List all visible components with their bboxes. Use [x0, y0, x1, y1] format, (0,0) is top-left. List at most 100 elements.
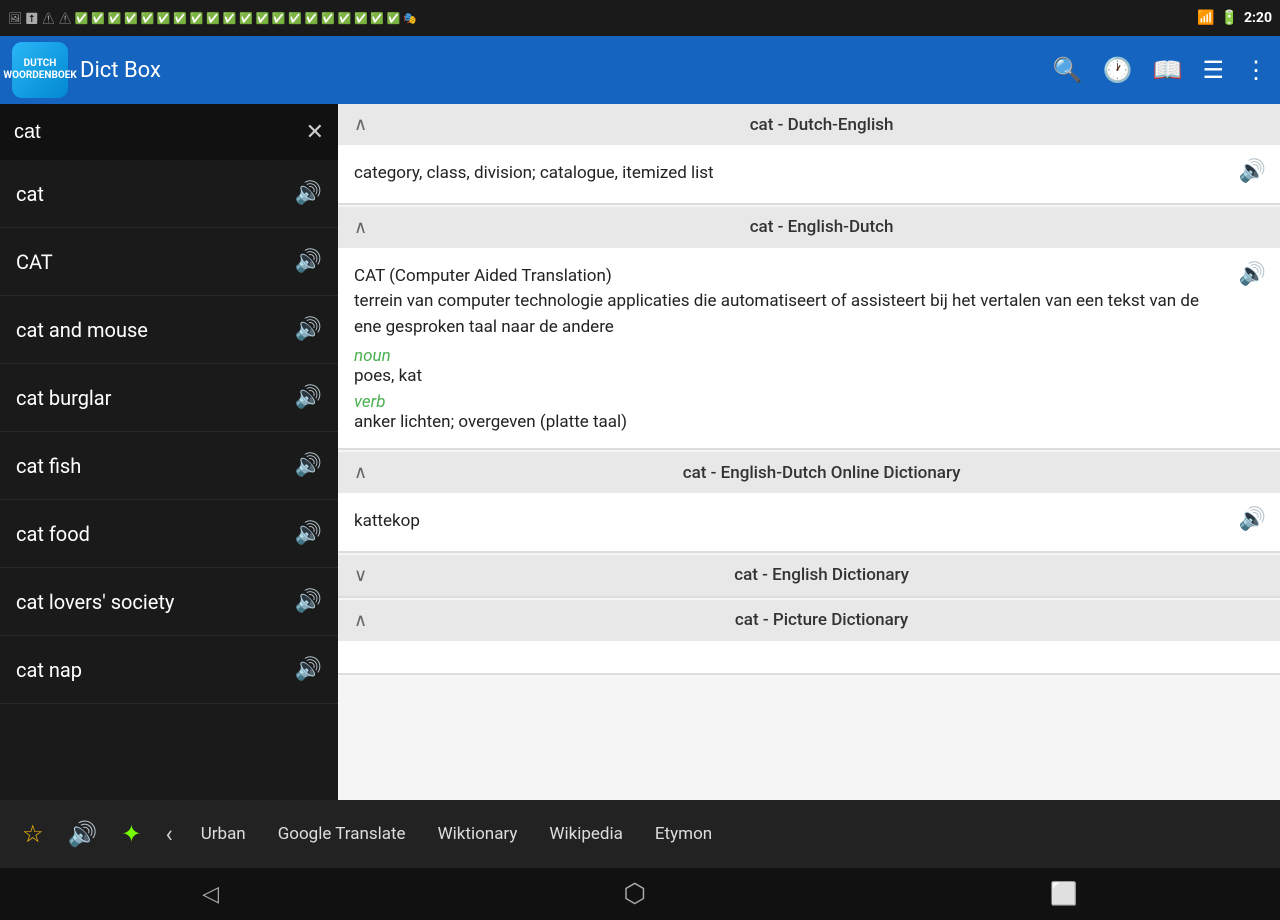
- toolbar-actions: 🔍 🕐 📖 ☰ ⋮: [1053, 56, 1268, 84]
- history-button[interactable]: 🕐: [1103, 56, 1133, 84]
- logo-line1: DUTCH: [24, 58, 57, 70]
- pos-text-english-dutch: anker lichten; overgeven (platte taal): [354, 412, 1264, 432]
- sidebar-item-cat-food[interactable]: cat food 🔊: [0, 500, 338, 568]
- dict-header-title-picture-dict: cat - Picture Dictionary: [379, 610, 1264, 630]
- dict-header-english-dutch[interactable]: ∧ cat - English-Dutch: [338, 207, 1280, 248]
- content-divider: [338, 448, 1280, 450]
- dict-body-english-dutch: 🔊CAT (Computer Aided Translation)terrein…: [338, 248, 1280, 449]
- dict-header-picture-dict[interactable]: ∧ cat - Picture Dictionary: [338, 600, 1280, 641]
- pos-text-english-dutch: poes, kat: [354, 366, 1264, 386]
- sidebar-item-label: cat: [16, 182, 44, 206]
- content-divider: [338, 203, 1280, 205]
- sidebar-item-cat[interactable]: cat 🔊: [0, 160, 338, 228]
- bottom-link-urban[interactable]: Urban: [185, 824, 262, 844]
- main-area: ✕ cat 🔊 CAT 🔊 cat and mouse 🔊 cat burgla…: [0, 104, 1280, 800]
- pos-label-english-dutch: noun: [354, 346, 1264, 366]
- sidebar-item-CAT[interactable]: CAT 🔊: [0, 228, 338, 296]
- sidebar-item-cat-nap[interactable]: cat nap 🔊: [0, 636, 338, 704]
- sidebar-item-cat-burglar[interactable]: cat burglar 🔊: [0, 364, 338, 432]
- dict-body-dutch-english: 🔊category, class, division; catalogue, i…: [338, 145, 1280, 203]
- dict-speaker-english-dutch[interactable]: 🔊: [1239, 262, 1266, 287]
- wifi-icon: 📶: [1197, 10, 1214, 26]
- dict-section-english-dutch-online: ∧ cat - English-Dutch Online Dictionary …: [338, 452, 1280, 553]
- dict-header-english-dutch-online[interactable]: ∧ cat - English-Dutch Online Dictionary: [338, 452, 1280, 493]
- search-button[interactable]: 🔍: [1053, 56, 1083, 84]
- dict-section-dutch-english: ∧ cat - Dutch-English 🔊category, class, …: [338, 104, 1280, 205]
- content-divider: [338, 551, 1280, 553]
- sidebar-item-label: CAT: [16, 250, 53, 274]
- app-logo: DUTCH WOORDENBOEK: [12, 42, 68, 98]
- back-nav-button[interactable]: ‹: [154, 820, 185, 848]
- star-button[interactable]: ☆: [10, 820, 56, 848]
- bottom-link-wikipedia[interactable]: Wikipedia: [533, 824, 639, 844]
- speaker-button[interactable]: 🔊: [56, 820, 110, 848]
- logo-line2: WOORDENBOEK: [3, 70, 76, 82]
- sidebar-item-label: cat fish: [16, 454, 81, 478]
- sidebar-item-cat-lovers-society[interactable]: cat lovers' society 🔊: [0, 568, 338, 636]
- system-nav: ◁ ⬡ ⬜: [0, 868, 1280, 920]
- speaker-icon[interactable]: 🔊: [295, 317, 322, 342]
- sidebar-item-label: cat lovers' society: [16, 590, 174, 614]
- toolbar: DUTCH WOORDENBOEK Dict Box 🔍 🕐 📖 ☰ ⋮: [0, 36, 1280, 104]
- sidebar-item-cat-fish[interactable]: cat fish 🔊: [0, 432, 338, 500]
- status-bar: 🖼 ⬆ ⚠ ⚠ ✅ ✅ ✅ ✅ ✅ ✅ ✅ ✅ ✅ ✅ ✅ ✅ ✅ ✅ ✅ ✅ …: [0, 0, 1280, 36]
- clear-button[interactable]: ✕: [306, 119, 324, 145]
- speaker-icon[interactable]: 🔊: [295, 181, 322, 206]
- dict-header-title-english-dutch-online: cat - English-Dutch Online Dictionary: [379, 463, 1264, 483]
- sidebar-item-label: cat food: [16, 522, 90, 546]
- dict-section-picture-dict: ∧ cat - Picture Dictionary: [338, 600, 1280, 675]
- menu-button[interactable]: ☰: [1202, 56, 1224, 84]
- dict-text-english-dutch: CAT (Computer Aided Translation)terrein …: [354, 264, 1264, 341]
- bottom-link-wiktionary[interactable]: Wiktionary: [422, 824, 534, 844]
- speaker-icon[interactable]: 🔊: [295, 385, 322, 410]
- status-icons-left: 🖼 ⬆ ⚠ ⚠ ✅ ✅ ✅ ✅ ✅ ✅ ✅ ✅ ✅ ✅ ✅ ✅ ✅ ✅ ✅ ✅ …: [8, 12, 417, 25]
- dict-section-english-dict: ∨ cat - English Dictionary: [338, 555, 1280, 598]
- sidebar-item-label: cat burglar: [16, 386, 111, 410]
- dict-text-english-dutch-online: kattekop: [354, 509, 1264, 535]
- search-input[interactable]: [14, 121, 296, 144]
- speaker-icon[interactable]: 🔊: [295, 521, 322, 546]
- chevron-icon-picture-dict: ∧: [354, 610, 367, 631]
- bottom-link-etymon[interactable]: Etymon: [639, 824, 728, 844]
- app-title: Dict Box: [80, 58, 1041, 83]
- sys-back-button[interactable]: ◁: [202, 882, 219, 907]
- dict-section-english-dutch: ∧ cat - English-Dutch 🔊CAT (Computer Aid…: [338, 207, 1280, 451]
- pos-label-english-dutch: verb: [354, 392, 1264, 412]
- sidebar-item-label: cat and mouse: [16, 318, 148, 342]
- speaker-icon[interactable]: 🔊: [295, 657, 322, 682]
- status-bar-right: 📶 🔋 2:20: [1197, 10, 1272, 26]
- speaker-icon[interactable]: 🔊: [295, 453, 322, 478]
- content-divider: [338, 596, 1280, 598]
- sidebar-item-label: cat nap: [16, 658, 82, 682]
- dict-header-title-english-dutch: cat - English-Dutch: [379, 217, 1264, 237]
- sys-recent-button[interactable]: ⬜: [1050, 882, 1077, 907]
- more-button[interactable]: ⋮: [1244, 56, 1268, 84]
- sidebar: ✕ cat 🔊 CAT 🔊 cat and mouse 🔊 cat burgla…: [0, 104, 338, 800]
- sys-home-button[interactable]: ⬡: [623, 879, 646, 909]
- dict-body-picture-dict: [338, 641, 1280, 673]
- sidebar-item-cat-and-mouse[interactable]: cat and mouse 🔊: [0, 296, 338, 364]
- dict-header-title-dutch-english: cat - Dutch-English: [379, 115, 1264, 135]
- search-bar: ✕: [0, 104, 338, 160]
- dict-speaker-dutch-english[interactable]: 🔊: [1239, 159, 1266, 184]
- bottom-nav-links: UrbanGoogle TranslateWiktionaryWikipedia…: [185, 824, 1270, 844]
- dict-header-title-english-dict: cat - English Dictionary: [379, 565, 1264, 585]
- content-area: ∧ cat - Dutch-English 🔊category, class, …: [338, 104, 1280, 800]
- battery-icon: 🔋: [1221, 10, 1238, 26]
- speaker-icon[interactable]: 🔊: [295, 589, 322, 614]
- bottom-link-google-translate[interactable]: Google Translate: [262, 824, 422, 844]
- speaker-icon[interactable]: 🔊: [295, 249, 322, 274]
- dict-text-dutch-english: category, class, division; catalogue, it…: [354, 161, 1264, 187]
- chevron-icon-english-dict: ∨: [354, 565, 367, 586]
- dict-header-english-dict[interactable]: ∨ cat - English Dictionary: [338, 555, 1280, 596]
- content-divider: [338, 673, 1280, 675]
- bookmark-button[interactable]: 📖: [1153, 56, 1183, 84]
- chevron-icon-dutch-english: ∧: [354, 114, 367, 135]
- clock: 2:20: [1244, 10, 1272, 26]
- dict-header-dutch-english[interactable]: ∧ cat - Dutch-English: [338, 104, 1280, 145]
- chevron-icon-english-dutch-online: ∧: [354, 462, 367, 483]
- magic-button[interactable]: ✦: [109, 820, 153, 848]
- dict-body-english-dutch-online: 🔊kattekop: [338, 493, 1280, 551]
- sidebar-list: cat 🔊 CAT 🔊 cat and mouse 🔊 cat burglar …: [0, 160, 338, 800]
- dict-speaker-english-dutch-online[interactable]: 🔊: [1239, 507, 1266, 532]
